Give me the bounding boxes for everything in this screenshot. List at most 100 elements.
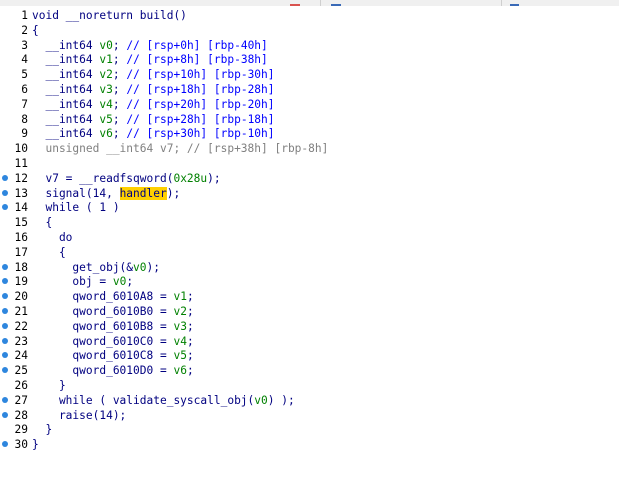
gutter-line: 1 bbox=[0, 8, 30, 23]
breakpoint-dot-icon[interactable] bbox=[2, 308, 8, 314]
gutter-line: 21 bbox=[0, 304, 30, 319]
breakpoint-dot-icon[interactable] bbox=[2, 204, 8, 211]
code-token: ; bbox=[112, 68, 127, 82]
gutter-line: 18 bbox=[0, 260, 30, 275]
code-line[interactable]: __int64 v1; // [rsp+8h] [rbp-38h] bbox=[32, 52, 267, 67]
code-token: __int64 bbox=[32, 97, 100, 111]
code-token: ; bbox=[112, 53, 127, 67]
code-token: ); bbox=[166, 186, 181, 200]
gutter-line: 15 bbox=[0, 215, 30, 230]
code-token: v0 bbox=[254, 393, 268, 407]
code-token: get_obj(& bbox=[32, 260, 134, 274]
code-line[interactable]: qword_6010C8 = v5; bbox=[32, 348, 193, 363]
code-line[interactable]: } bbox=[32, 422, 52, 437]
code-token: __int64 bbox=[32, 127, 100, 141]
code-line[interactable]: while ( validate_syscall_obj(v0) ); bbox=[32, 393, 295, 408]
code-line[interactable]: { bbox=[32, 23, 39, 38]
code-token: __int64 bbox=[32, 112, 100, 126]
gutter-line: 9 bbox=[0, 126, 30, 141]
code-token: qword_6010D0 = bbox=[32, 364, 174, 378]
code-line[interactable]: { bbox=[32, 215, 52, 230]
code-token: ; bbox=[186, 334, 194, 348]
code-line[interactable]: v7 = __readfsqword(0x28u); bbox=[32, 171, 221, 186]
code-token: qword_6010B8 = bbox=[32, 319, 174, 333]
code-line[interactable]: unsigned __int64 v7; // [rsp+38h] [rbp-8… bbox=[32, 141, 328, 156]
breakpoint-dot-icon[interactable] bbox=[2, 189, 8, 196]
code-token: v0 bbox=[133, 260, 147, 274]
code-line[interactable]: qword_6010C0 = v4; bbox=[32, 334, 194, 349]
code-line[interactable]: get_obj(&v0); bbox=[32, 260, 160, 275]
line-number: 11 bbox=[14, 157, 28, 170]
gutter-line: 17 bbox=[0, 245, 30, 260]
code-token: ; bbox=[126, 275, 134, 289]
code-line[interactable]: __int64 v0; // [rsp+0h] [rbp-40h] bbox=[32, 38, 267, 53]
code-token: ); bbox=[146, 260, 161, 274]
code-token: ); bbox=[207, 171, 221, 185]
code-token: do bbox=[32, 231, 73, 244]
code-token: ; bbox=[186, 364, 194, 378]
breakpoint-dot-icon[interactable] bbox=[2, 337, 8, 344]
code-token: } bbox=[32, 379, 66, 392]
gutter-line: 3 bbox=[0, 38, 30, 53]
gutter-line: 16 bbox=[0, 230, 30, 245]
code-line[interactable]: qword_6010B8 = v3; bbox=[32, 319, 193, 334]
code-line[interactable]: } bbox=[32, 378, 66, 393]
breakpoint-dot-icon[interactable] bbox=[2, 411, 8, 418]
line-number: 28 bbox=[14, 408, 28, 422]
code-token: v4 bbox=[173, 334, 187, 348]
breakpoint-dot-icon[interactable] bbox=[2, 174, 8, 181]
breakpoint-dot-icon[interactable] bbox=[2, 263, 8, 270]
gutter-line: 22 bbox=[0, 319, 30, 334]
gutter-line: 23 bbox=[0, 334, 30, 349]
code-line[interactable]: qword_6010D0 = v6; bbox=[32, 363, 194, 378]
code-line[interactable]: } bbox=[32, 437, 39, 452]
code-line[interactable]: __int64 v3; // [rsp+18h] [rbp-28h] bbox=[32, 82, 274, 97]
code-line[interactable]: signal(14, handler); bbox=[32, 186, 180, 201]
code-token: obj = bbox=[32, 275, 113, 289]
code-line[interactable]: qword_6010B0 = v2; bbox=[32, 304, 193, 319]
code-line[interactable]: __int64 v6; // [rsp+30h] [rbp-10h] bbox=[32, 126, 274, 141]
code-line[interactable]: qword_6010A8 = v1; bbox=[32, 289, 193, 304]
code-token: unsigned __int64 v7; // [rsp+38h] [rbp-8… bbox=[32, 142, 329, 156]
code-token: qword_6010C8 = bbox=[32, 349, 174, 363]
code-token: // [rsp+20h] [rbp-20h] bbox=[126, 97, 275, 111]
code-line[interactable]: while ( 1 ) bbox=[32, 200, 119, 215]
breakpoint-dot-icon[interactable] bbox=[2, 293, 8, 300]
gutter-line: 8 bbox=[0, 112, 30, 127]
code-token: qword_6010A8 = bbox=[32, 290, 174, 304]
line-number: 27 bbox=[14, 393, 28, 407]
line-number: 7 bbox=[21, 97, 28, 111]
code-line[interactable]: do bbox=[32, 230, 72, 245]
code-token: signal(14, bbox=[32, 186, 120, 200]
line-number-gutter: 1 2 3 4 5 6 7 8 9 10 11 12 13 14 15 16 17 18 19 20 21 22 23 24 2… bbox=[0, 6, 31, 486]
code-line[interactable]: __int64 v2; // [rsp+10h] [rbp-30h] bbox=[32, 67, 274, 82]
breakpoint-dot-icon[interactable] bbox=[2, 367, 8, 374]
code-token: ; bbox=[112, 83, 127, 96]
code-token: v2 bbox=[173, 305, 187, 318]
code-line[interactable]: void __noreturn build() bbox=[32, 8, 187, 23]
code-line[interactable]: raise(14); bbox=[32, 408, 126, 423]
code-token: v1 bbox=[173, 290, 187, 304]
code-token: { bbox=[32, 245, 66, 259]
breakpoint-dot-icon[interactable] bbox=[2, 352, 8, 359]
pseudocode-editor[interactable]: void __noreturn build(){ __int64 v0; // … bbox=[30, 6, 619, 486]
line-number: 1 bbox=[21, 9, 28, 22]
gutter-line: 27 bbox=[0, 393, 30, 408]
line-number: 2 bbox=[21, 23, 28, 37]
line-number: 3 bbox=[21, 38, 28, 52]
code-token: } bbox=[32, 438, 39, 452]
breakpoint-dot-icon[interactable] bbox=[2, 322, 8, 329]
gutter-line: 29 bbox=[0, 422, 30, 437]
breakpoint-dot-icon[interactable] bbox=[2, 396, 8, 403]
code-line[interactable]: __int64 v5; // [rsp+28h] [rbp-18h] bbox=[32, 112, 274, 127]
line-number: 29 bbox=[14, 423, 28, 437]
gutter-line: 5 bbox=[0, 67, 30, 82]
code-line[interactable]: { bbox=[32, 245, 66, 260]
breakpoint-dot-icon[interactable] bbox=[2, 278, 8, 285]
code-line[interactable]: __int64 v4; // [rsp+20h] [rbp-20h] bbox=[32, 97, 275, 112]
code-token: ; bbox=[112, 127, 127, 141]
line-number: 18 bbox=[14, 260, 28, 274]
breakpoint-dot-icon[interactable] bbox=[2, 441, 8, 448]
code-token: while ( validate_syscall_obj( bbox=[32, 393, 255, 407]
code-line[interactable]: obj = v0; bbox=[32, 274, 133, 289]
